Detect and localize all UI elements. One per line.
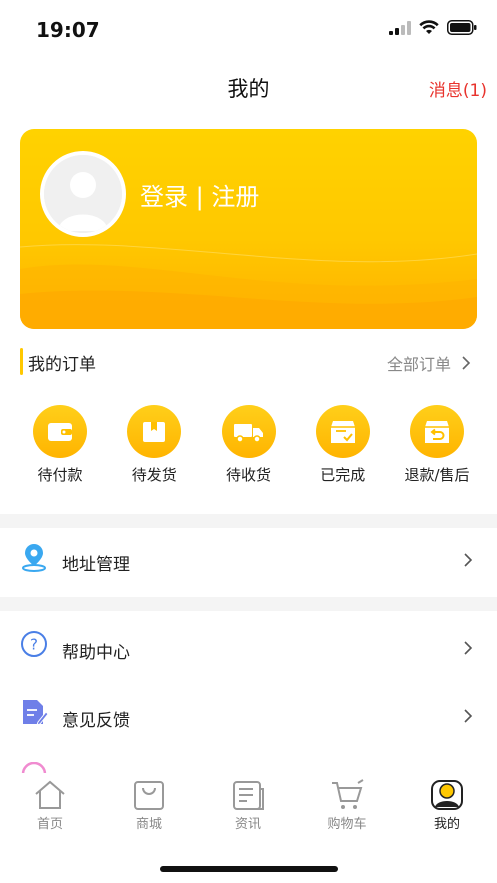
help-question-icon: ? (21, 631, 47, 657)
svg-text:?: ? (30, 636, 38, 654)
order-item-label: 待发货 (131, 466, 177, 484)
tab-label: 我的 (433, 817, 460, 832)
avatar[interactable] (40, 151, 126, 237)
order-item-label: 待付款 (37, 466, 83, 484)
order-status-list: 待付款 待发货 待收货 已完成 退款/售后 (20, 405, 477, 485)
home-indicator[interactable] (160, 866, 338, 872)
return-box-icon (410, 405, 464, 458)
messages-link[interactable]: 消息(1) (429, 76, 487, 101)
tab-label: 购物车 (327, 817, 367, 832)
section-divider (0, 597, 497, 611)
order-item-label: 已完成 (320, 466, 366, 484)
all-orders-label: 全部订单 (386, 355, 451, 374)
tab-mall[interactable]: 商城 (109, 779, 189, 832)
tab-mine[interactable]: 我的 (407, 779, 487, 832)
signal-icon (389, 20, 411, 35)
menu-item-label: 帮助中心 (62, 643, 130, 663)
tab-cart[interactable]: 购物车 (307, 779, 387, 832)
tab-home[interactable]: 首页 (10, 779, 90, 832)
truck-icon (221, 405, 276, 458)
menu-item-address[interactable]: 地址管理 (0, 530, 497, 590)
status-bar: 19:07 (0, 0, 497, 60)
tab-news[interactable]: 资讯 (208, 779, 288, 832)
order-item-refund[interactable]: 退款/售后 (397, 405, 477, 485)
status-time: 19:07 (36, 18, 100, 42)
menu-item-feedback[interactable]: 意见反馈 (0, 686, 497, 746)
section-accent-bar (20, 348, 23, 375)
feedback-document-icon (23, 700, 48, 726)
location-pin-icon (22, 544, 46, 572)
all-orders-link[interactable]: 全部订单 (387, 351, 471, 375)
profile-icon (431, 780, 463, 810)
order-item-label: 待收货 (225, 466, 271, 484)
menu-item-label: 地址管理 (62, 555, 130, 575)
order-item-pending-shipment[interactable]: 待发货 (114, 405, 194, 485)
tab-label: 商城 (135, 817, 162, 832)
login-register-link[interactable]: 登录 | 注册 (140, 177, 259, 212)
default-avatar-icon (44, 155, 122, 233)
home-icon (35, 780, 65, 809)
completed-box-icon (315, 405, 370, 458)
chevron-right-icon (464, 641, 473, 655)
wifi-icon (419, 20, 439, 34)
orders-header: 我的订单 全部订单 (20, 348, 477, 376)
menu-item-help[interactable]: ? 帮助中心 (0, 618, 497, 678)
news-icon (233, 781, 264, 810)
order-item-completed[interactable]: 已完成 (303, 405, 383, 485)
order-item-label: 退款/售后 (404, 466, 470, 484)
chevron-right-icon (462, 356, 471, 370)
package-icon (127, 405, 182, 458)
status-icons (389, 20, 477, 35)
profile-card: 登录 | 注册 (20, 129, 477, 329)
order-item-pending-payment[interactable]: 待付款 (20, 405, 100, 485)
tab-label: 首页 (36, 817, 63, 832)
tab-label: 资讯 (234, 817, 261, 832)
shopping-bag-icon (134, 781, 164, 810)
chevron-right-icon (464, 709, 473, 723)
menu-item-label: 意见反馈 (62, 711, 130, 731)
section-divider (0, 514, 497, 528)
page-title: 我的 (227, 77, 270, 101)
cart-icon (332, 779, 364, 809)
order-item-pending-receipt[interactable]: 待收货 (209, 405, 289, 485)
wallet-icon (33, 405, 87, 458)
chevron-right-icon (464, 553, 473, 567)
orders-title: 我的订单 (28, 355, 96, 375)
battery-icon (447, 20, 477, 35)
